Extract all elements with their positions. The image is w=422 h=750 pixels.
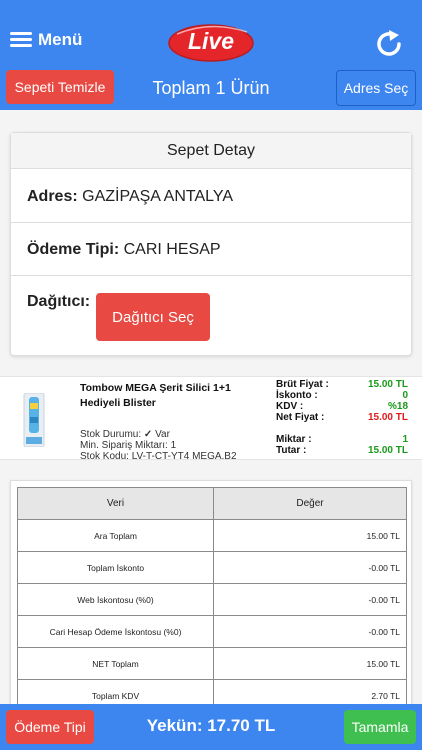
top-bar: Menü Live — [0, 0, 422, 66]
summary-card: Veri Değer Ara Toplam 15.00 TL Toplam İs… — [10, 480, 412, 710]
column-header-value: Değer — [213, 487, 407, 520]
select-distributor-button[interactable]: Dağıtıcı Seç — [96, 293, 210, 341]
net-price-value: 15.00 TL — [367, 412, 408, 423]
row-key: Cari Hesap Ödeme İskontosu (%0) — [17, 615, 214, 648]
row-value: -0.00 TL — [213, 551, 407, 584]
payment-key: Ödeme Tipi: — [27, 241, 120, 258]
address-row: Adres: GAZİPAŞA ANTALYA — [11, 170, 411, 223]
address-key: Adres: — [27, 188, 78, 205]
bottom-bar: Ödeme Tipi Yekün: 17.70 TL Tamamla — [0, 704, 422, 750]
refresh-icon[interactable] — [375, 30, 405, 58]
row-value: -0.00 TL — [213, 615, 407, 648]
table-row: Ara Toplam 15.00 TL — [17, 519, 407, 552]
column-header-key: Veri — [17, 487, 214, 520]
distributor-key: Dağıtıcı: — [27, 293, 91, 310]
row-value: 15.00 TL — [213, 519, 407, 552]
app: Menü Live Sepeti Temizle Toplam 1 Ürün A… — [0, 0, 422, 750]
table-row: Toplam İskonto -0.00 TL — [17, 551, 407, 584]
row-key: Ara Toplam — [17, 519, 214, 552]
amount-value: 15.00 TL — [367, 445, 408, 456]
stock-status: Stok Durumu: ✓ Var — [80, 429, 170, 440]
payment-type-button[interactable]: Ödeme Tipi — [6, 710, 94, 744]
menu-label: Menü — [38, 30, 83, 49]
net-price-label: Net Fiyat : — [276, 412, 325, 423]
row-value: -0.00 TL — [213, 583, 407, 616]
select-address-button[interactable]: Adres Seç — [336, 70, 416, 106]
stock-status-value: Var — [155, 429, 170, 440]
quantity-value: 1 — [402, 434, 408, 445]
cart-item[interactable]: Tombow MEGA Şerit Silici 1+1 Hediyeli Bl… — [0, 376, 422, 462]
clear-cart-button[interactable]: Sepeti Temizle — [6, 70, 114, 104]
gross-price-label: Brüt Fiyat : — [276, 379, 329, 390]
table-row: Web İskontosu (%0) -0.00 TL — [17, 583, 407, 616]
vat-label: KDV : — [276, 401, 304, 412]
row-key: Toplam İskonto — [17, 551, 214, 584]
check-icon: ✓ — [143, 429, 153, 440]
gross-price-value: 15.00 TL — [367, 379, 408, 390]
address-value: GAZİPAŞA ANTALYA — [82, 188, 234, 205]
product-name: Tombow MEGA Şerit Silici 1+1 Hediyeli Bl… — [80, 382, 231, 409]
distributor-row: Dağıtıcı: Dağıtıcı Seç — [11, 276, 411, 356]
live-logo: Live — [167, 22, 255, 62]
product-image — [22, 392, 46, 448]
table-header-row: Veri Değer — [17, 487, 407, 520]
complete-order-button[interactable]: Tamamla — [344, 710, 416, 744]
row-value: 15.00 TL — [213, 647, 407, 680]
cart-toolbar: Sepeti Temizle Toplam 1 Ürün Adres Seç — [0, 66, 422, 110]
hamburger-icon — [10, 32, 32, 48]
row-key: NET Toplam — [17, 647, 214, 680]
vat-value: %18 — [387, 401, 408, 412]
payment-value: CARI HESAP — [123, 241, 221, 258]
amount-label: Tutar : — [276, 445, 307, 456]
quantity-label: Miktar : — [276, 434, 312, 445]
payment-row: Ödeme Tipi: CARI HESAP — [11, 223, 411, 276]
discount-value: 0 — [402, 390, 408, 401]
summary-table: Veri Değer Ara Toplam 15.00 TL Toplam İs… — [17, 487, 407, 709]
card-heading: Sepet Detay — [11, 133, 411, 169]
row-key: Web İskontosu (%0) — [17, 583, 214, 616]
min-order: Min. Sipariş Miktarı: 1 — [80, 440, 177, 451]
logo-text: Live — [187, 28, 235, 54]
cart-detail-card: Sepet Detay Adres: GAZİPAŞA ANTALYA Ödem… — [10, 132, 412, 356]
stock-status-label: Stok Durumu: — [80, 429, 142, 440]
stock-code: Stok Kodu: LV-T-CT-YT4 MEGA.B2 — [80, 451, 237, 462]
discount-label: İskonto : — [276, 390, 318, 401]
menu-button[interactable]: Menü — [10, 30, 82, 50]
table-row: NET Toplam 15.00 TL — [17, 647, 407, 680]
table-row: Cari Hesap Ödeme İskontosu (%0) -0.00 TL — [17, 615, 407, 648]
